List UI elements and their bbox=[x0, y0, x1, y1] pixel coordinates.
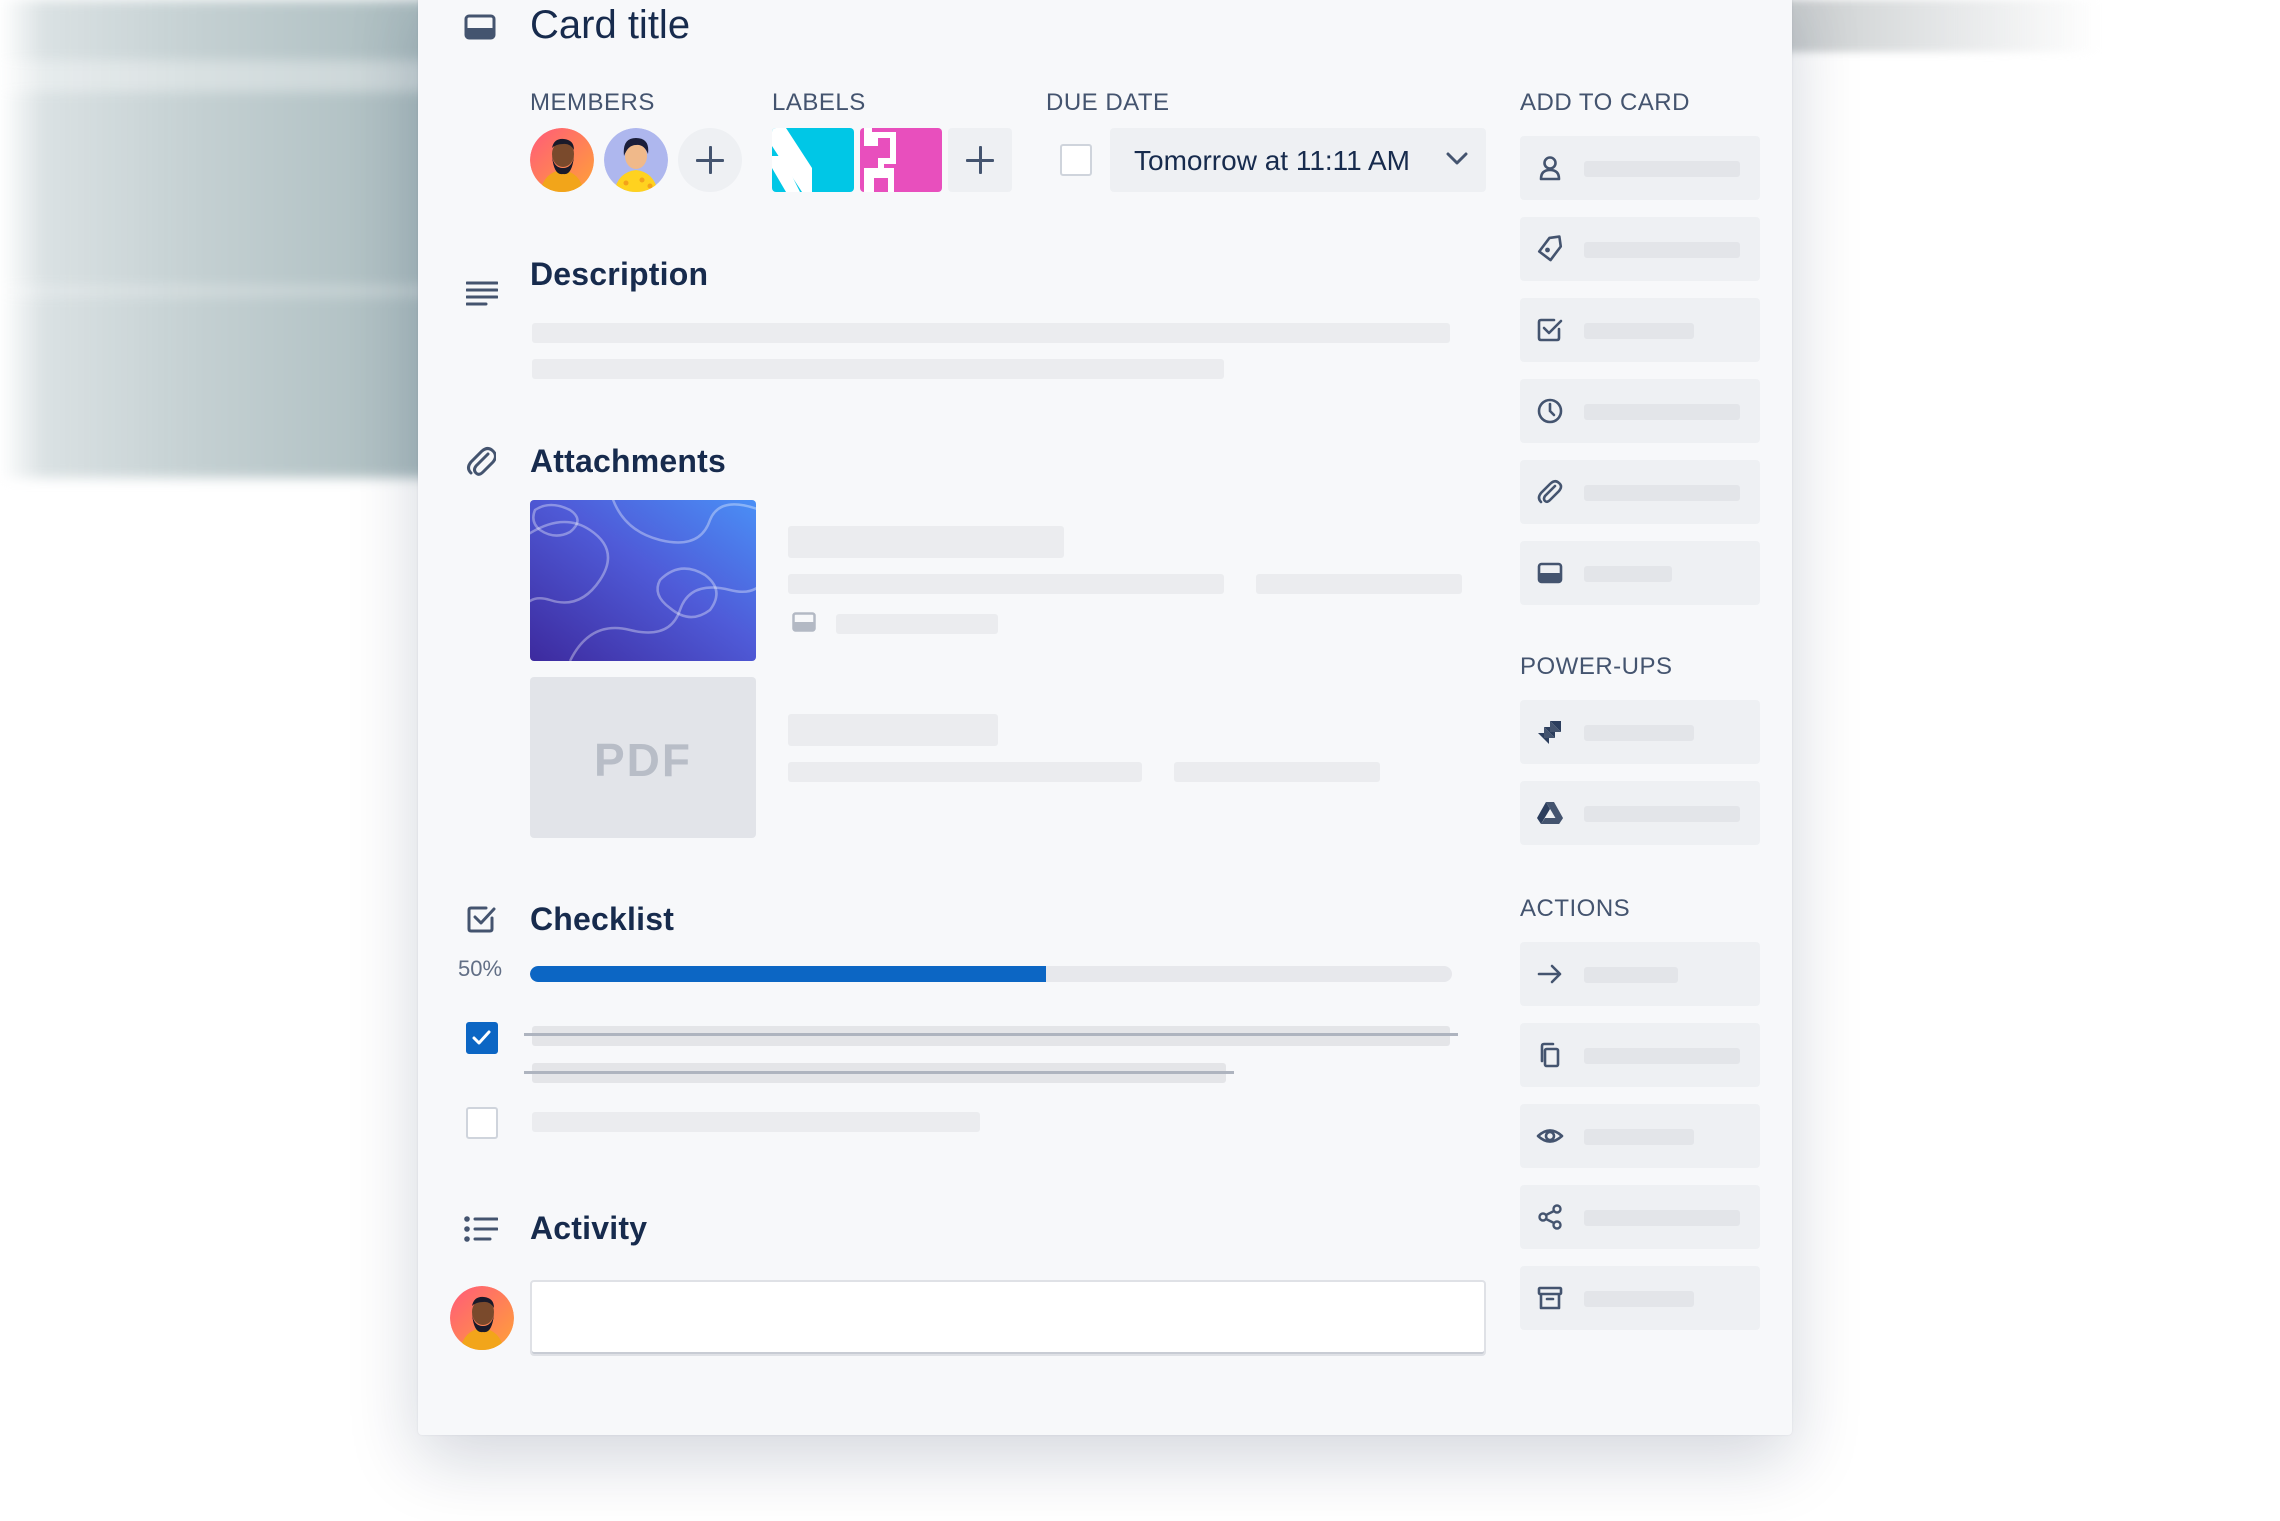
chevron-down-icon bbox=[1446, 152, 1468, 166]
button-label-placeholder bbox=[1584, 1048, 1740, 1064]
activity-heading: Activity bbox=[530, 1210, 648, 1246]
paperclip-icon bbox=[1536, 478, 1564, 506]
background-board-list-right bbox=[1780, 0, 2100, 52]
checklist-heading: Checklist bbox=[530, 901, 675, 937]
activity-icon bbox=[464, 1216, 498, 1242]
members-label: MEMBERS bbox=[530, 89, 655, 116]
person-icon bbox=[1536, 154, 1564, 182]
labels-label: LABELS bbox=[772, 89, 866, 116]
due-date-value: Tomorrow at 11:11 AM bbox=[1134, 145, 1410, 176]
label-chip-cyan[interactable] bbox=[772, 128, 854, 192]
action-share-button[interactable] bbox=[1520, 1185, 1760, 1249]
plus-icon bbox=[966, 146, 994, 174]
attachment-title-placeholder bbox=[788, 526, 1064, 558]
card-cover-icon bbox=[1536, 559, 1564, 587]
pdf-label: PDF bbox=[594, 734, 692, 786]
comment-input[interactable] bbox=[530, 1280, 1486, 1356]
attachment-meta-placeholder bbox=[788, 762, 1142, 782]
checklist-item-checkbox-checked[interactable] bbox=[466, 1022, 498, 1054]
button-label-placeholder bbox=[1584, 242, 1740, 258]
card-detail-modal: Card title MEMBERS LABELS DUE DATE Tomor… bbox=[418, 0, 1792, 1435]
button-label-placeholder bbox=[1584, 725, 1694, 741]
button-label-placeholder bbox=[1584, 566, 1672, 582]
description-placeholder-line bbox=[532, 359, 1224, 379]
add-attachment-button[interactable] bbox=[1520, 460, 1760, 524]
add-labels-button[interactable] bbox=[1520, 217, 1760, 281]
checklist-icon bbox=[1536, 316, 1564, 344]
attachment-meta-placeholder bbox=[788, 574, 1224, 594]
checklist-progress-fill bbox=[530, 966, 1047, 982]
add-dates-button[interactable] bbox=[1520, 379, 1760, 443]
action-copy-button[interactable] bbox=[1520, 1023, 1760, 1087]
copy-icon bbox=[1536, 1041, 1564, 1069]
attachment-image-thumbnail[interactable] bbox=[530, 500, 756, 661]
button-label-placeholder bbox=[1584, 404, 1740, 420]
checklist-item-placeholder bbox=[532, 1026, 1450, 1046]
archive-icon bbox=[1536, 1284, 1564, 1312]
tag-icon bbox=[1536, 235, 1564, 263]
attachment-meta-placeholder bbox=[1256, 574, 1462, 594]
power-up-jira-button[interactable] bbox=[1520, 700, 1760, 764]
checklist-progress-bar bbox=[530, 966, 1452, 982]
add-checklist-button[interactable] bbox=[1520, 298, 1760, 362]
current-user-avatar bbox=[450, 1286, 514, 1350]
card-cover-icon bbox=[792, 612, 816, 632]
card-title[interactable]: Card title bbox=[530, 0, 690, 50]
attachment-meta-placeholder bbox=[1174, 762, 1380, 782]
button-label-placeholder bbox=[1584, 161, 1740, 177]
share-icon bbox=[1536, 1203, 1564, 1231]
button-label-placeholder bbox=[1584, 1210, 1740, 1226]
due-date-label: DUE DATE bbox=[1046, 89, 1170, 116]
background-board-list bbox=[0, 0, 440, 478]
checklist-item-strikethrough bbox=[524, 1071, 1234, 1074]
description-icon bbox=[466, 280, 498, 306]
action-archive-button[interactable] bbox=[1520, 1266, 1760, 1330]
action-move-button[interactable] bbox=[1520, 942, 1760, 1006]
google-drive-icon bbox=[1536, 799, 1564, 827]
power-ups-label: POWER-UPS bbox=[1520, 653, 1673, 680]
button-label-placeholder bbox=[1584, 806, 1740, 822]
add-member-button[interactable] bbox=[678, 128, 742, 192]
checklist-icon bbox=[466, 904, 496, 934]
attachment-cover-placeholder bbox=[836, 614, 998, 634]
button-label-placeholder bbox=[1584, 1129, 1694, 1145]
clock-icon bbox=[1536, 397, 1564, 425]
attachment-title-placeholder bbox=[788, 714, 998, 746]
description-placeholder-line bbox=[532, 323, 1450, 343]
attachments-heading: Attachments bbox=[530, 443, 727, 479]
button-label-placeholder bbox=[1584, 1291, 1694, 1307]
jira-icon bbox=[1536, 718, 1564, 746]
power-up-google-drive-button[interactable] bbox=[1520, 781, 1760, 845]
add-members-button[interactable] bbox=[1520, 136, 1760, 200]
card-icon bbox=[464, 14, 496, 40]
plus-icon bbox=[696, 146, 724, 174]
due-date-complete-checkbox[interactable] bbox=[1060, 144, 1092, 176]
button-label-placeholder bbox=[1584, 967, 1678, 983]
arrow-right-icon bbox=[1536, 960, 1564, 988]
description-heading: Description bbox=[530, 256, 709, 292]
add-cover-button[interactable] bbox=[1520, 541, 1760, 605]
add-label-button[interactable] bbox=[948, 128, 1012, 192]
button-label-placeholder bbox=[1584, 323, 1694, 339]
actions-label: ACTIONS bbox=[1520, 895, 1631, 922]
due-date-dropdown[interactable]: Tomorrow at 11:11 AM bbox=[1110, 128, 1486, 192]
paperclip-icon bbox=[466, 444, 496, 478]
eye-icon bbox=[1536, 1122, 1564, 1150]
member-avatar-1[interactable] bbox=[530, 128, 594, 192]
add-to-card-label: ADD TO CARD bbox=[1520, 89, 1690, 116]
action-watch-button[interactable] bbox=[1520, 1104, 1760, 1168]
stage: Card title MEMBERS LABELS DUE DATE Tomor… bbox=[0, 0, 2280, 1521]
checklist-item-checkbox[interactable] bbox=[466, 1107, 498, 1139]
attachment-pdf-thumbnail[interactable]: PDF bbox=[530, 677, 756, 838]
member-avatar-2[interactable] bbox=[604, 128, 668, 192]
checklist-item-strikethrough bbox=[524, 1033, 1458, 1036]
label-chip-pink[interactable] bbox=[860, 128, 942, 192]
button-label-placeholder bbox=[1584, 485, 1740, 501]
checklist-progress-percent: 50% bbox=[458, 956, 503, 981]
checklist-item-placeholder bbox=[532, 1112, 980, 1132]
